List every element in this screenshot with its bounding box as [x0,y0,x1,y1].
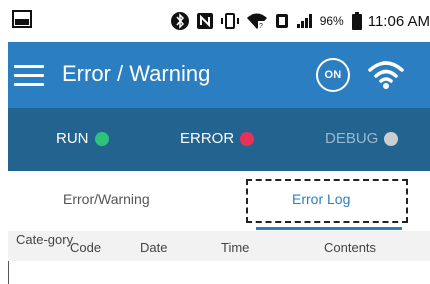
debug-label: DEBUG [325,130,379,147]
divider [8,261,9,284]
svg-text:?: ? [259,23,263,30]
run-status: RUN [56,130,109,147]
signal-icon [296,13,314,29]
bluetooth-icon [170,11,190,31]
tab-error-warning[interactable]: Error/Warning [63,191,150,207]
power-on-button[interactable]: ON [316,58,350,92]
active-tab-indicator [256,227,402,230]
wifi-icon[interactable] [368,60,404,95]
run-indicator-dot [94,131,109,146]
error-label: ERROR [180,130,235,147]
nfc-icon [196,12,214,30]
column-header-category: Cate-gory [16,232,74,247]
device-status-bar: RUN ERROR DEBUG [8,108,430,171]
vibrate-icon [220,12,240,30]
status-bar: ? 96% 11:06 AM [8,0,430,42]
error-status: ERROR [180,130,255,147]
battery-icon [351,12,362,30]
debug-indicator-dot [384,131,399,146]
clock: 11:06 AM [367,12,430,30]
wifi-hotspot-icon: ? [246,12,268,30]
tab-error-log[interactable]: Error Log [292,191,350,207]
column-header-time: Time [221,240,250,255]
data-icon [274,12,290,30]
error-indicator-dot [240,131,255,146]
run-label: RUN [56,130,89,147]
column-header-contents: Contents [324,240,377,255]
debug-status: DEBUG [325,130,399,147]
table-header: Cate-gory Code Date Time Contents [8,231,430,261]
gallery-icon [12,10,32,33]
page-title: Error / Warning [62,61,211,86]
battery-percent: 96% [319,14,344,28]
status-icons: ? 96% 11:06 AM [170,0,430,42]
app-screen: ? 96% 11:06 AM Error / Warning ON RUN ER… [8,0,430,284]
column-header-code: Code [70,240,102,255]
app-bar: Error / Warning ON [8,42,430,108]
column-header-date: Date [140,240,168,255]
tab-bar: Error/Warning Error Log [8,171,430,231]
menu-icon[interactable] [14,64,44,86]
